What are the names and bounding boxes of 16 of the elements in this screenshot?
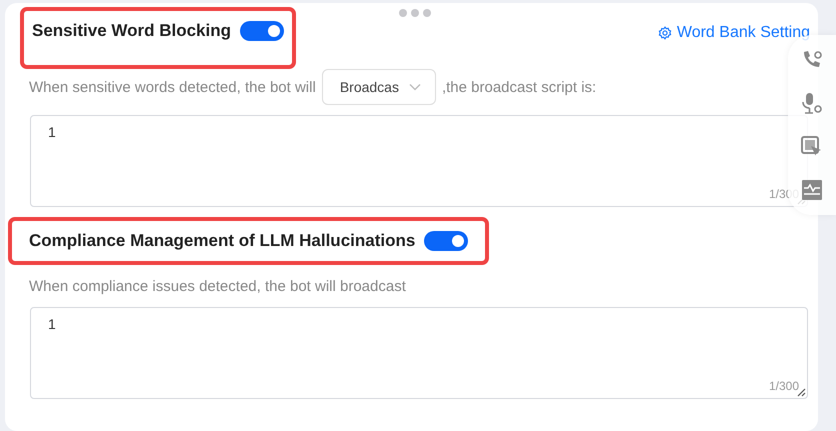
script-textarea[interactable]: 1 1/300	[30, 307, 808, 399]
action-dropdown[interactable]: Broadcas	[322, 69, 436, 105]
section-title: Sensitive Word Blocking	[32, 21, 232, 41]
caret-icon	[408, 83, 421, 91]
drag-handle-icon[interactable]	[398, 8, 432, 18]
character-count: 1/300	[768, 379, 799, 393]
section-title: Compliance Management of LLM Hallucinations	[29, 231, 416, 251]
prompt-text: ,the broadcast script is:	[442, 78, 596, 96]
word-bank-setting-link[interactable]: Word Bank Setting	[658, 24, 810, 42]
settings-icon	[658, 26, 672, 40]
resize-grip-icon[interactable]	[797, 388, 806, 397]
toggle-switch[interactable]	[424, 231, 468, 251]
prompt-text: When compliance issues detected, the bot will broadcast	[29, 278, 406, 294]
monitor-pulse-icon[interactable]	[800, 178, 824, 202]
toggle-switch[interactable]	[240, 21, 284, 41]
prompt-text: When sensitive words detected, the bot will	[29, 78, 316, 96]
